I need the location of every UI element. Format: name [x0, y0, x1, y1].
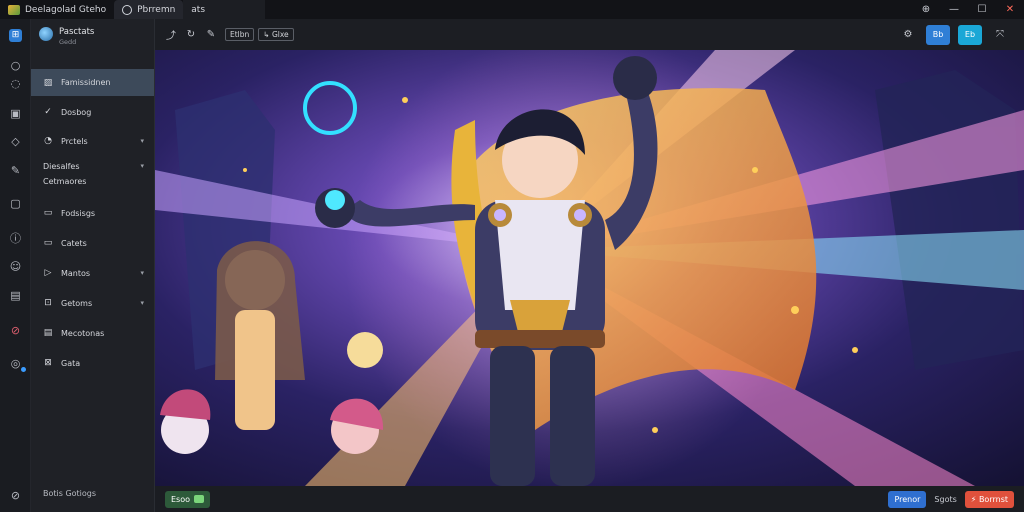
sidebar-item-1[interactable]: ✓ Dosbog — [31, 105, 154, 119]
maximize-button[interactable]: ☐ — [968, 0, 996, 19]
sidebar-item-5[interactable]: ▭ Fodsisgs — [31, 206, 154, 220]
edit-icon[interactable]: ✎ — [201, 29, 221, 40]
bag-icon[interactable]: ◌ — [9, 77, 22, 90]
sidebar-item-3[interactable]: Diesalfes ▾ — [31, 159, 154, 173]
toolbar-button-2[interactable]: ↳ Glxe — [258, 28, 294, 41]
window-controls: ⊕ — ☐ ✕ — [912, 0, 1024, 19]
chevron-down-icon: ▾ — [140, 162, 144, 170]
chevron-down-icon: ▾ — [140, 299, 144, 307]
tab-label: ats — [191, 4, 206, 15]
status-pill-label: Esoo — [171, 494, 191, 504]
sidebar-header: Pasctats Gedd — [39, 27, 94, 46]
minimize-button[interactable]: — — [940, 0, 968, 19]
grid-icon: ⊡ — [44, 298, 52, 308]
sidebar-item-label: Fodsisgs — [61, 208, 96, 218]
sidebar-item-0[interactable]: ▨ Famissidnen — [31, 69, 154, 96]
tab-label: Pbrremn — [137, 4, 176, 15]
home-icon[interactable]: ⊞ — [9, 29, 22, 42]
app-icon — [8, 4, 20, 15]
tab-active[interactable]: Pbrremn — [114, 0, 184, 19]
bottom-bar: Esoo Prenor Sgots ⚡ Borrnst — [155, 486, 1024, 512]
collapse-icon[interactable]: ⤧ — [990, 29, 1010, 40]
icon-rail: ⊞ ○ ◌ ▣ ◇ ✎ ▢ ⓘ ☺ ▤ ⊘ ◎ ⊘ — [0, 19, 31, 512]
sidebar-item-6[interactable]: ▭ Catets — [31, 236, 154, 250]
sidebar-item-label: Mantos — [61, 268, 91, 278]
sidebar-item-label: Gata — [61, 358, 81, 368]
tab-app[interactable]: Deelagolad Gteho — [0, 0, 114, 19]
users-button[interactable]: Bb — [926, 24, 950, 45]
sidebar-item-7[interactable]: ▷ Mantos ▾ — [31, 266, 154, 280]
help-icon[interactable]: ⊘ — [9, 489, 22, 502]
info-icon[interactable]: ⓘ — [9, 232, 22, 245]
close-button[interactable]: ✕ — [996, 0, 1024, 19]
document-icon: ▤ — [43, 328, 53, 338]
avatar[interactable] — [39, 27, 53, 41]
bottom-actions: Prenor Sgots ⚡ Borrnst — [888, 490, 1024, 508]
sidebar-item-4[interactable]: Cetmaores — [31, 174, 154, 188]
refresh-icon[interactable]: ↻ — [181, 29, 201, 40]
sidebar-title: Pasctats — [59, 27, 95, 37]
frame-icon[interactable]: ▢ — [9, 197, 22, 210]
sidebar-item-label: Dosbog — [61, 107, 92, 117]
pen-icon[interactable]: ✎ — [9, 164, 22, 177]
face-icon[interactable]: ☺ — [9, 260, 22, 273]
square-icon[interactable]: ▣ — [9, 107, 22, 120]
tab-label: Deelagolad Gteho — [25, 4, 107, 15]
sidebar: Pasctats Gedd ▨ Famissidnen ✓ Dosbog ◔ P… — [31, 19, 155, 512]
hero-artwork — [155, 50, 1024, 486]
artwork-canvas[interactable] — [155, 50, 1024, 486]
toolbar-button-1[interactable]: Etlbn — [225, 28, 255, 41]
chevron-down-icon: ▾ — [140, 137, 144, 145]
battery-icon — [194, 495, 205, 503]
link-icon[interactable]: ⊘ — [9, 324, 22, 337]
terminal-icon: ▷ — [44, 268, 52, 278]
boost-button[interactable]: ⚡ Borrnst — [964, 490, 1014, 508]
notification-dot — [21, 367, 26, 372]
settings-icon[interactable]: ⚙ — [898, 29, 918, 40]
chevron-down-icon: ▾ — [140, 269, 144, 277]
account-icon[interactable]: ⊕ — [912, 0, 940, 19]
share-button[interactable]: Eb — [958, 24, 982, 45]
gauge-icon: ◔ — [44, 136, 52, 146]
settings-link[interactable]: Sgots — [934, 495, 956, 504]
folder-icon: ▭ — [43, 208, 53, 218]
sidebar-item-8[interactable]: ⊡ Getoms ▾ — [31, 296, 154, 310]
check-icon: ✓ — [44, 107, 52, 117]
sidebar-footer[interactable]: Botis Gotiogs — [43, 489, 96, 498]
circle-icon[interactable]: ○ — [9, 59, 22, 72]
sidebar-item-label: Catets — [61, 238, 87, 248]
sidebar-item-label: Mecotonas — [61, 328, 105, 338]
toolbar: ⤴ ↻ ✎ Etlbn ↳ Glxe ⚙ Bb Eb ⤧ — [155, 19, 1024, 50]
tab-secondary[interactable]: ats — [183, 0, 266, 19]
sidebar-item-10[interactable]: ⊠ Gata — [31, 356, 154, 370]
ghost-icon — [122, 4, 133, 15]
drop-icon[interactable]: ◇ — [9, 135, 22, 148]
sidebar-item-label: Famissidnen — [61, 78, 111, 87]
preview-button[interactable]: Prenor — [888, 490, 927, 508]
title-bar: Deelagolad Gteho Pbrremn ats ⊕ — ☐ ✕ — [0, 0, 1024, 19]
sidebar-item-label: Getoms — [61, 298, 93, 308]
sidebar-item-9[interactable]: ▤ Mecotonas — [31, 326, 154, 340]
sidebar-item-label: Prctels — [61, 136, 88, 146]
sidebar-item-label: Cetmaores — [43, 176, 87, 186]
sidebar-item-2[interactable]: ◔ Prctels ▾ — [31, 134, 154, 148]
toolbar-right: ⚙ Bb Eb ⤧ — [898, 24, 1024, 45]
rocket-icon[interactable]: ⤴ — [161, 27, 181, 42]
folder-icon: ▭ — [43, 238, 53, 248]
bookmark-icon: ⊠ — [44, 358, 52, 368]
status-pill[interactable]: Esoo — [165, 490, 211, 508]
sidebar-item-label: Diesalfes — [43, 161, 80, 171]
sidebar-subtitle: Gedd — [59, 38, 77, 46]
image-icon: ▨ — [43, 77, 53, 88]
window-icon[interactable]: ▤ — [9, 289, 22, 302]
